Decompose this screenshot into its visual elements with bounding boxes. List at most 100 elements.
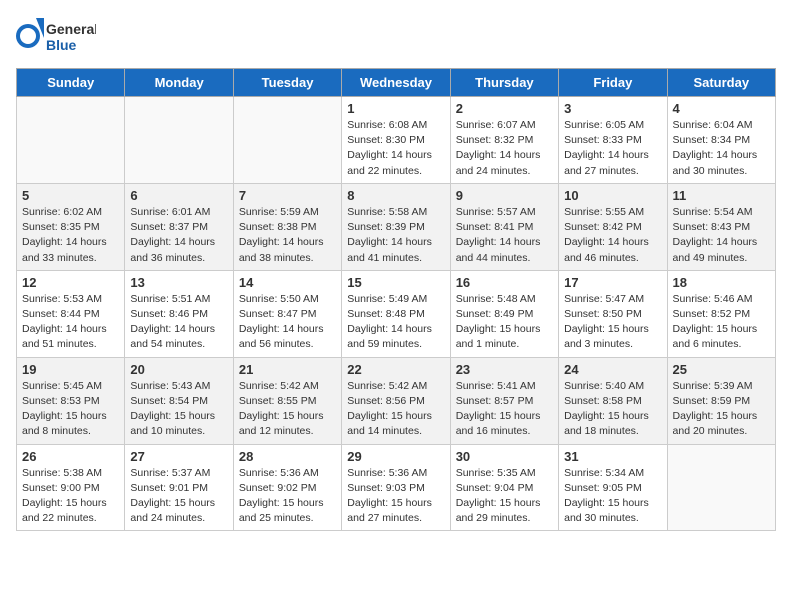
calendar-cell: 16 Sunrise: 5:48 AMSunset: 8:49 PMDayligh… [450,270,558,357]
calendar-cell: 12 Sunrise: 5:53 AMSunset: 8:44 PMDayligh… [17,270,125,357]
calendar-cell: 20 Sunrise: 5:43 AMSunset: 8:54 PMDayligh… [125,357,233,444]
day-number: 19 [22,362,119,377]
calendar-cell [233,97,341,184]
calendar-cell: 17Sunrise: 5:47 AMSunset: 8:50 PMDayligh… [559,270,667,357]
calendar-cell [667,444,775,531]
calendar-cell: 8 Sunrise: 5:58 AMSunset: 8:39 PMDaylight… [342,183,450,270]
day-number: 13 [130,275,227,290]
calendar-cell: 6 Sunrise: 6:01 AMSunset: 8:37 PMDaylight… [125,183,233,270]
day-number: 25 [673,362,770,377]
day-number: 8 [347,188,444,203]
day-number: 15 [347,275,444,290]
day-info: Sunrise: 5:36 AMSunset: 9:03 PMDaylight:… [347,466,444,527]
calendar: SundayMondayTuesdayWednesdayThursdayFrid… [16,68,776,531]
calendar-cell: 21 Sunrise: 5:42 AMSunset: 8:55 PMDayligh… [233,357,341,444]
calendar-cell: 29 Sunrise: 5:36 AMSunset: 9:03 PMDayligh… [342,444,450,531]
day-number: 24 [564,362,661,377]
day-number: 16 [456,275,553,290]
calendar-week-row: 12 Sunrise: 5:53 AMSunset: 8:44 PMDayligh… [17,270,776,357]
svg-text:Blue: Blue [46,37,77,53]
day-info: Sunrise: 5:42 AMSunset: 8:56 PMDaylight:… [347,379,444,440]
day-number: 2 [456,101,553,116]
calendar-header-row: SundayMondayTuesdayWednesdayThursdayFrid… [17,69,776,97]
calendar-cell: 28 Sunrise: 5:36 AMSunset: 9:02 PMDayligh… [233,444,341,531]
day-info: Sunrise: 5:35 AMSunset: 9:04 PMDaylight:… [456,466,553,527]
calendar-cell: 13 Sunrise: 5:51 AMSunset: 8:46 PMDayligh… [125,270,233,357]
calendar-cell: 1Sunrise: 6:08 AMSunset: 8:30 PMDaylight… [342,97,450,184]
day-number: 27 [130,449,227,464]
day-info: Sunrise: 5:45 AMSunset: 8:53 PMDaylight:… [22,379,119,440]
day-info: Sunrise: 6:02 AMSunset: 8:35 PMDaylight:… [22,205,119,266]
day-number: 7 [239,188,336,203]
day-info: Sunrise: 5:51 AMSunset: 8:46 PMDaylight:… [130,292,227,353]
day-number: 12 [22,275,119,290]
day-info: Sunrise: 5:37 AMSunset: 9:01 PMDaylight:… [130,466,227,527]
calendar-cell: 14Sunrise: 5:50 AMSunset: 8:47 PMDayligh… [233,270,341,357]
day-number: 21 [239,362,336,377]
day-info: Sunrise: 5:40 AMSunset: 8:58 PMDaylight:… [564,379,661,440]
day-header-thursday: Thursday [450,69,558,97]
calendar-cell: 24 Sunrise: 5:40 AMSunset: 8:58 PMDayligh… [559,357,667,444]
calendar-cell [17,97,125,184]
day-info: Sunrise: 5:48 AMSunset: 8:49 PMDaylight:… [456,292,553,353]
day-info: Sunrise: 5:57 AMSunset: 8:41 PMDaylight:… [456,205,553,266]
day-info: Sunrise: 5:47 AMSunset: 8:50 PMDaylight:… [564,292,661,353]
day-number: 14 [239,275,336,290]
day-number: 22 [347,362,444,377]
day-info: Sunrise: 5:54 AMSunset: 8:43 PMDaylight:… [673,205,770,266]
day-header-saturday: Saturday [667,69,775,97]
calendar-cell: 23 Sunrise: 5:41 AMSunset: 8:57 PMDayligh… [450,357,558,444]
day-number: 29 [347,449,444,464]
day-info: Sunrise: 5:58 AMSunset: 8:39 PMDaylight:… [347,205,444,266]
calendar-cell: 3 Sunrise: 6:05 AMSunset: 8:33 PMDaylight… [559,97,667,184]
day-info: Sunrise: 5:55 AMSunset: 8:42 PMDaylight:… [564,205,661,266]
day-info: Sunrise: 5:42 AMSunset: 8:55 PMDaylight:… [239,379,336,440]
day-number: 1 [347,101,444,116]
day-number: 18 [673,275,770,290]
calendar-cell: 27 Sunrise: 5:37 AMSunset: 9:01 PMDayligh… [125,444,233,531]
logo: GeneralBlue [16,16,96,56]
day-info: Sunrise: 6:04 AMSunset: 8:34 PMDaylight:… [673,118,770,179]
calendar-cell: 15Sunrise: 5:49 AMSunset: 8:48 PMDayligh… [342,270,450,357]
calendar-cell: 7 Sunrise: 5:59 AMSunset: 8:38 PMDaylight… [233,183,341,270]
day-header-tuesday: Tuesday [233,69,341,97]
day-info: Sunrise: 5:36 AMSunset: 9:02 PMDaylight:… [239,466,336,527]
day-number: 23 [456,362,553,377]
day-number: 30 [456,449,553,464]
day-info: Sunrise: 5:43 AMSunset: 8:54 PMDaylight:… [130,379,227,440]
day-number: 28 [239,449,336,464]
day-header-friday: Friday [559,69,667,97]
day-header-monday: Monday [125,69,233,97]
day-number: 11 [673,188,770,203]
day-info: Sunrise: 6:07 AMSunset: 8:32 PMDaylight:… [456,118,553,179]
calendar-cell: 22 Sunrise: 5:42 AMSunset: 8:56 PMDayligh… [342,357,450,444]
svg-text:General: General [46,21,96,37]
day-info: Sunrise: 5:46 AMSunset: 8:52 PMDaylight:… [673,292,770,353]
calendar-cell: 4Sunrise: 6:04 AMSunset: 8:34 PMDaylight… [667,97,775,184]
day-number: 10 [564,188,661,203]
calendar-cell: 10 Sunrise: 5:55 AMSunset: 8:42 PMDayligh… [559,183,667,270]
day-number: 20 [130,362,227,377]
day-number: 3 [564,101,661,116]
day-info: Sunrise: 5:53 AMSunset: 8:44 PMDaylight:… [22,292,119,353]
calendar-week-row: 5 Sunrise: 6:02 AMSunset: 8:35 PMDaylight… [17,183,776,270]
day-info: Sunrise: 5:34 AMSunset: 9:05 PMDaylight:… [564,466,661,527]
day-info: Sunrise: 6:01 AMSunset: 8:37 PMDaylight:… [130,205,227,266]
calendar-cell: 19 Sunrise: 5:45 AMSunset: 8:53 PMDayligh… [17,357,125,444]
day-number: 5 [22,188,119,203]
day-number: 6 [130,188,227,203]
calendar-cell: 18 Sunrise: 5:46 AMSunset: 8:52 PMDayligh… [667,270,775,357]
calendar-cell: 9 Sunrise: 5:57 AMSunset: 8:41 PMDaylight… [450,183,558,270]
day-header-sunday: Sunday [17,69,125,97]
day-header-wednesday: Wednesday [342,69,450,97]
day-info: Sunrise: 5:39 AMSunset: 8:59 PMDaylight:… [673,379,770,440]
day-info: Sunrise: 5:59 AMSunset: 8:38 PMDaylight:… [239,205,336,266]
day-info: Sunrise: 6:05 AMSunset: 8:33 PMDaylight:… [564,118,661,179]
day-info: Sunrise: 5:41 AMSunset: 8:57 PMDaylight:… [456,379,553,440]
calendar-cell: 25 Sunrise: 5:39 AMSunset: 8:59 PMDayligh… [667,357,775,444]
day-number: 9 [456,188,553,203]
header: GeneralBlue [16,16,776,56]
calendar-cell: 26Sunrise: 5:38 AMSunset: 9:00 PMDayligh… [17,444,125,531]
logo-svg: GeneralBlue [16,16,96,56]
calendar-cell: 5 Sunrise: 6:02 AMSunset: 8:35 PMDaylight… [17,183,125,270]
